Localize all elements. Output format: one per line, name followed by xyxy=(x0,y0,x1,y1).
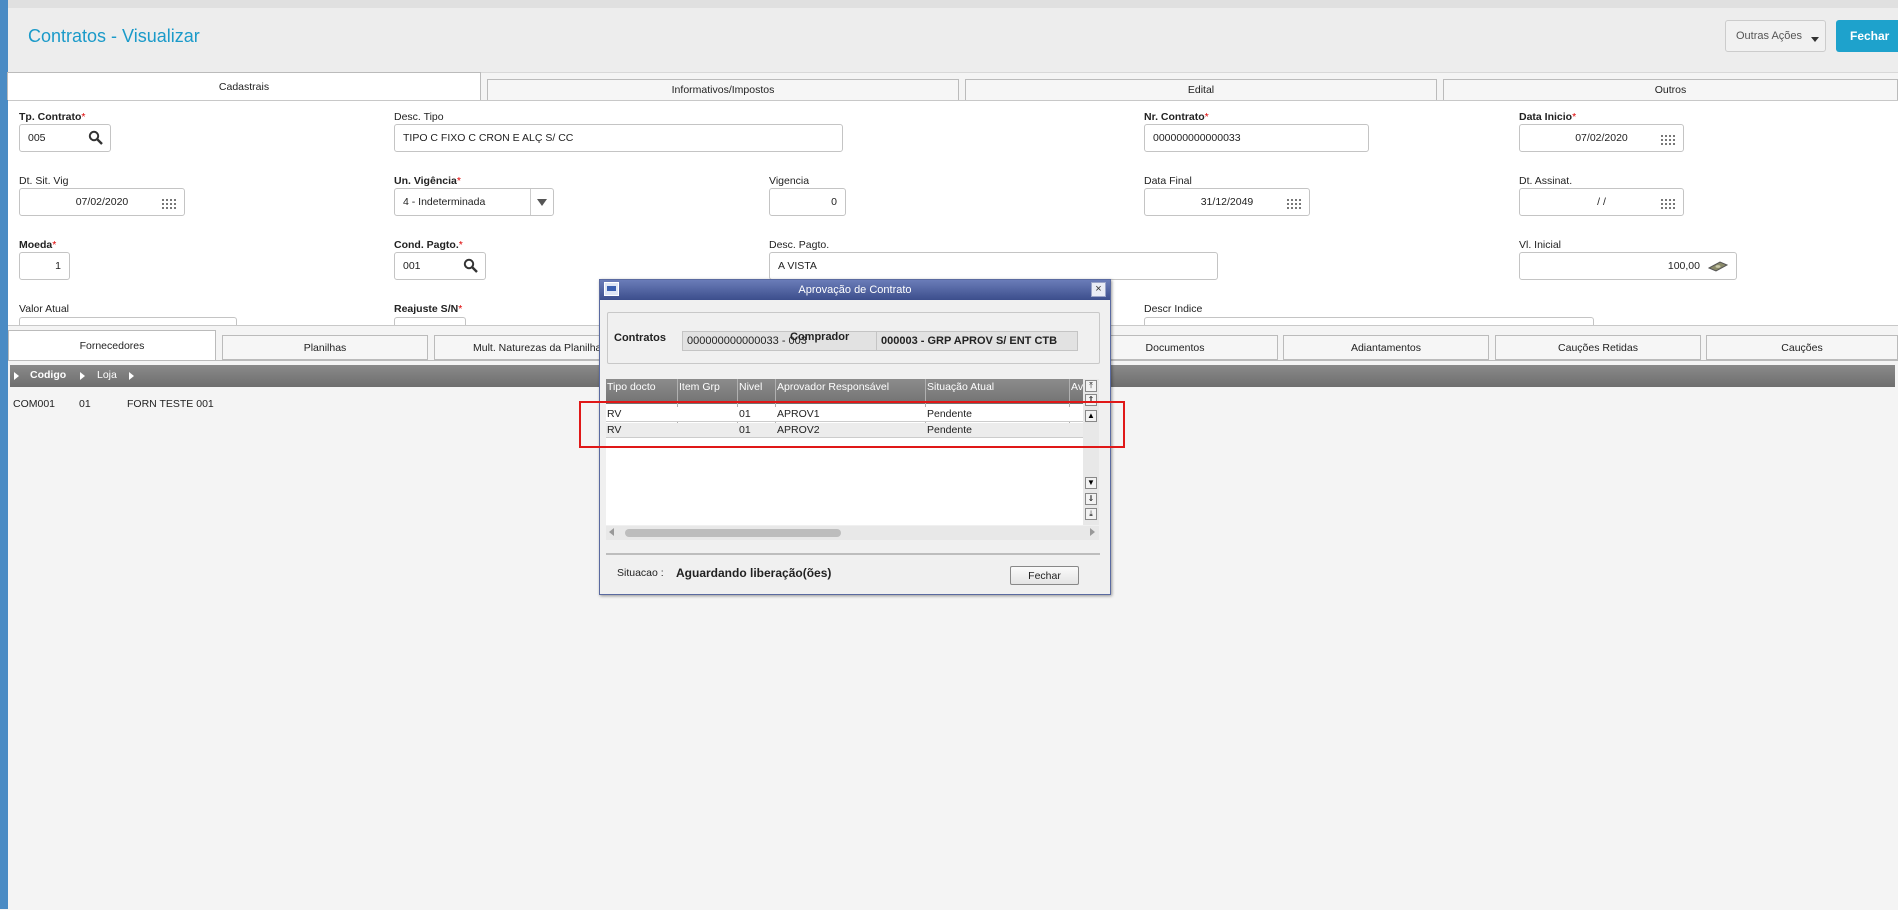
col-header-loja[interactable]: Loja xyxy=(97,369,117,381)
desc-tipo-field[interactable]: TIPO C FIXO C CRON E ALÇ S/ CC xyxy=(394,124,843,152)
cond-pagto-label: Cond. Pagto.* xyxy=(394,239,463,251)
comprador-value: 000003 - GRP APROV S/ ENT CTB xyxy=(876,331,1078,351)
dialog-divider xyxy=(606,553,1100,555)
tab-cadastrais[interactable]: Cadastrais xyxy=(7,72,481,100)
descr-indice-label: Descr Indice xyxy=(1144,303,1203,315)
vigencia-label: Vigencia xyxy=(769,175,810,187)
tab-caucoes-retidas[interactable]: Cauções Retidas xyxy=(1495,335,1701,360)
scroll-page-down-icon[interactable]: ⇓ xyxy=(1085,493,1097,505)
dt-sit-vig-value: 07/02/2020 xyxy=(75,196,129,208)
chevron-down-icon xyxy=(1811,37,1819,42)
data-inicio-field[interactable]: 07/02/2020 xyxy=(1519,124,1684,152)
outras-acoes-label: Outras Ações xyxy=(1736,30,1803,42)
dt-sit-vig-label: Dt. Sit. Vig xyxy=(19,175,69,187)
tab-outros[interactable]: Outros xyxy=(1443,79,1898,101)
tab-informativos[interactable]: Informativos/Impostos xyxy=(487,79,959,101)
vl-inicial-value: 100,00 xyxy=(1667,260,1700,272)
desc-tipo-label: Desc. Tipo xyxy=(394,111,444,123)
scroll-thumb[interactable] xyxy=(625,529,841,537)
search-icon[interactable] xyxy=(88,130,104,146)
data-inicio-value: 07/02/2020 xyxy=(1575,132,1628,144)
valor-atual-label: Valor Atual xyxy=(19,303,70,315)
reajuste-field[interactable] xyxy=(394,317,466,325)
col-header-aprovador[interactable]: Aprovador Responsável xyxy=(777,381,889,393)
calendar-icon[interactable] xyxy=(1661,133,1675,145)
comprador-label: Comprador xyxy=(790,331,850,343)
contratos-label: Contratos xyxy=(614,332,666,344)
scroll-down-icon[interactable]: ▼ xyxy=(1085,477,1097,489)
close-icon[interactable]: × xyxy=(1091,282,1106,297)
calendar-icon[interactable] xyxy=(162,197,176,209)
data-final-field[interactable]: 31/12/2049 xyxy=(1144,188,1310,216)
un-vigencia-label: Un. Vigência* xyxy=(394,175,461,187)
col-header-nivel[interactable]: Nivel xyxy=(739,381,762,393)
descr-indice-field[interactable] xyxy=(1144,317,1594,325)
dt-sit-vig-field[interactable]: 07/02/2020 xyxy=(19,188,185,216)
dt-assinat-field[interactable]: / / xyxy=(1519,188,1684,216)
tab-fornecedores[interactable]: Fornecedores xyxy=(8,330,216,360)
tp-contrato-label: Tp. Contrato* xyxy=(19,111,86,123)
data-final-label: Data Final xyxy=(1144,175,1192,187)
desc-pagto-label: Desc. Pagto. xyxy=(769,239,830,251)
col-header-item-grp[interactable]: Item Grp xyxy=(679,381,720,393)
tp-contrato-field[interactable]: 005 xyxy=(19,124,111,152)
scroll-top-icon[interactable]: ⤒ xyxy=(1085,380,1097,392)
tab-caucoes[interactable]: Cauções xyxy=(1706,335,1898,360)
header-bar xyxy=(8,8,1898,73)
dt-assinat-value: / / xyxy=(1597,196,1606,208)
window-icon xyxy=(604,282,619,296)
data-inicio-label: Data Inicio* xyxy=(1519,111,1577,123)
cell-nome: FORN TESTE 001 xyxy=(127,398,214,410)
cell-codigo: COM001 xyxy=(13,398,56,410)
chevron-down-icon[interactable] xyxy=(530,189,553,215)
moeda-label: Moeda* xyxy=(19,239,57,251)
dialog-fechar-button[interactable]: Fechar xyxy=(1010,566,1079,585)
money-icon[interactable] xyxy=(1708,260,1728,273)
data-final-value: 31/12/2049 xyxy=(1200,196,1254,208)
col-header-tipo-docto[interactable]: Tipo docto xyxy=(607,381,656,393)
cond-pagto-field[interactable]: 001 xyxy=(394,252,486,280)
sort-arrow-icon xyxy=(14,372,19,380)
fechar-button[interactable]: Fechar xyxy=(1836,20,1898,52)
cond-pagto-value: 001 xyxy=(403,260,421,272)
page-title: Contratos - Visualizar xyxy=(28,26,200,46)
col-header-situacao[interactable]: Situação Atual xyxy=(927,381,994,393)
calendar-icon[interactable] xyxy=(1661,197,1675,209)
scroll-left-icon[interactable] xyxy=(609,528,614,536)
col-header-codigo[interactable]: Codigo xyxy=(30,369,66,381)
situacao-label: Situacao : xyxy=(617,567,664,579)
highlight-annotation xyxy=(579,401,1125,448)
col-header-av[interactable]: Av xyxy=(1071,381,1083,393)
nr-contrato-label: Nr. Contrato* xyxy=(1144,111,1209,123)
cell-loja: 01 xyxy=(79,398,91,410)
left-edge-bar xyxy=(0,0,8,909)
dialog-title: Aprovação de Contrato xyxy=(600,280,1110,300)
sort-arrow-icon xyxy=(129,372,134,380)
tab-edital[interactable]: Edital xyxy=(965,79,1437,101)
tab-adiantamentos[interactable]: Adiantamentos xyxy=(1283,335,1489,360)
situacao-value: Aguardando liberação(ões) xyxy=(676,566,832,580)
vl-inicial-field[interactable]: 100,00 xyxy=(1519,252,1737,280)
un-vigencia-value: 4 - Indeterminada xyxy=(403,196,486,208)
desc-pagto-field[interactable]: A VISTA xyxy=(769,252,1218,280)
scroll-right-icon[interactable] xyxy=(1090,528,1095,536)
calendar-icon[interactable] xyxy=(1287,197,1301,209)
un-vigencia-select[interactable]: 4 - Indeterminada xyxy=(394,188,554,216)
nr-contrato-field[interactable]: 000000000000033 xyxy=(1144,124,1369,152)
sort-arrow-icon xyxy=(80,372,85,380)
valor-atual-field[interactable] xyxy=(19,317,237,325)
outras-acoes-button[interactable]: Outras Ações xyxy=(1725,20,1826,52)
moeda-field[interactable]: 1 xyxy=(19,252,70,280)
tp-contrato-value: 005 xyxy=(28,132,46,144)
vl-inicial-label: Vl. Inicial xyxy=(1519,239,1562,251)
reajuste-label: Reajuste S/N* xyxy=(394,303,463,315)
dt-assinat-label: Dt. Assinat. xyxy=(1519,175,1573,187)
scroll-bottom-icon[interactable]: ⤓ xyxy=(1085,508,1097,520)
tab-planilhas[interactable]: Planilhas xyxy=(222,335,428,360)
search-icon[interactable] xyxy=(463,258,479,274)
vigencia-field[interactable]: 0 xyxy=(769,188,846,216)
